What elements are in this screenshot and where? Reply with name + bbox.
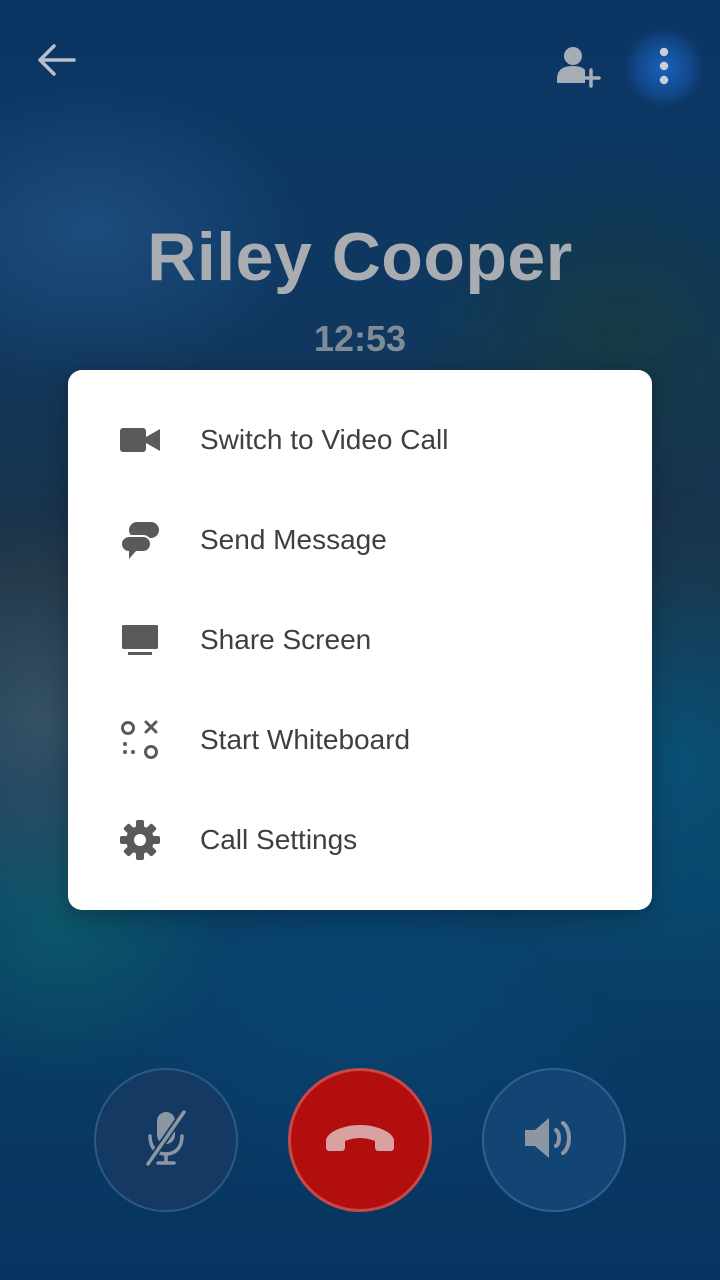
menu-item-label: Start Whiteboard — [200, 724, 411, 755]
menu-item-switch-to-video[interactable]: Switch to Video Call — [68, 390, 652, 490]
mic-off-icon — [142, 1108, 190, 1173]
menu-item-label: Switch to Video Call — [200, 424, 449, 455]
menu-item-label: Call Settings — [200, 824, 358, 855]
more-vertical-icon — [658, 47, 670, 90]
speaker-button[interactable] — [482, 1068, 626, 1212]
call-screen: Riley Cooper 12:53 Switch to Video Call … — [0, 0, 720, 1280]
person-add-icon — [555, 43, 601, 94]
more-options-button[interactable] — [624, 28, 704, 108]
menu-item-send-message[interactable]: Send Message — [68, 490, 652, 590]
caller-name: Riley Cooper — [147, 219, 573, 295]
arrow-left-icon — [34, 42, 78, 83]
menu-item-start-whiteboard[interactable]: Start Whiteboard — [68, 690, 652, 790]
videocam-icon — [118, 418, 162, 462]
menu-item-label: Share Screen — [200, 624, 372, 655]
back-button[interactable] — [24, 34, 88, 90]
mute-button[interactable] — [94, 1068, 238, 1212]
chat-bubbles-icon — [118, 518, 162, 562]
menu-item-call-settings[interactable]: Call Settings — [68, 790, 652, 890]
monitor-icon — [118, 618, 162, 662]
whiteboard-icon — [118, 718, 162, 762]
call-duration: 12:53 — [313, 318, 407, 359]
end-call-button[interactable] — [288, 1068, 432, 1212]
add-participant-button[interactable] — [546, 38, 610, 98]
speaker-icon — [523, 1115, 585, 1166]
gear-icon — [118, 818, 162, 862]
hang-up-icon — [322, 1121, 398, 1160]
menu-item-label: Send Message — [200, 524, 387, 555]
call-options-menu: Switch to Video Call Send Message Share … — [68, 370, 652, 910]
menu-item-share-screen[interactable]: Share Screen — [68, 590, 652, 690]
